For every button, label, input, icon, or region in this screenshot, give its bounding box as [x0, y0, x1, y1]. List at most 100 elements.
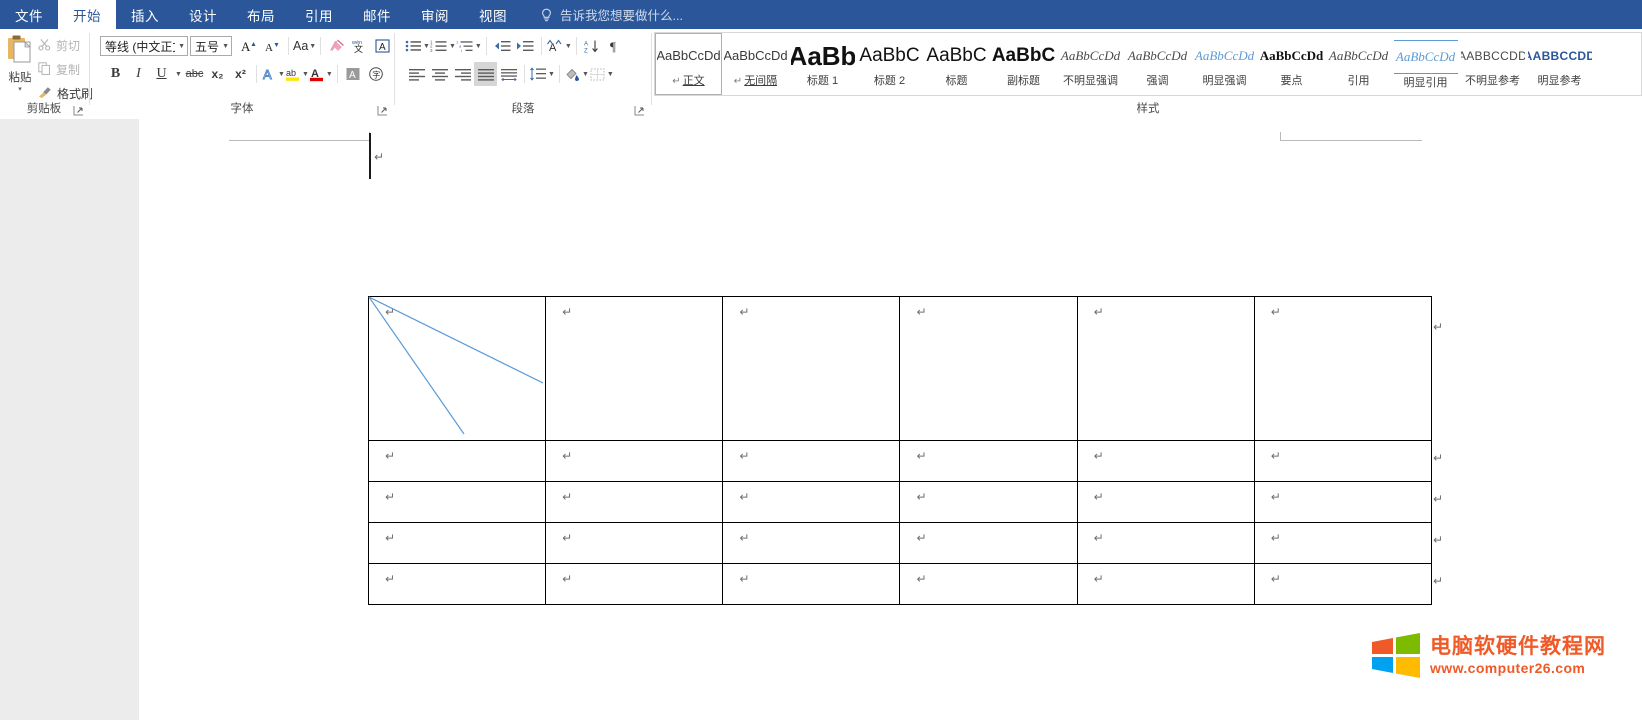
chevron-down-icon[interactable]: ▼	[565, 43, 572, 50]
multilevel-list-button[interactable]: 1 a i ▼	[456, 34, 482, 58]
style-tile-3[interactable]: AaBbC 标题 2	[856, 33, 923, 95]
justify-button[interactable]	[474, 62, 497, 86]
decrease-indent-button[interactable]	[491, 34, 514, 58]
chevron-down-icon[interactable]: ▼	[309, 43, 316, 50]
table-cell[interactable]: ↵	[545, 481, 724, 523]
chevron-down-icon[interactable]: ▼	[449, 43, 456, 50]
table-cell[interactable]: ↵	[545, 440, 724, 482]
tab-review[interactable]: 审阅	[406, 0, 464, 29]
table-cell[interactable]: ↵	[367, 522, 547, 564]
styles-gallery[interactable]: AaBbCcDd ↵ 正文 AaBbCcDd ↵ 无间隔 AaBb 标题 1 AaBbC 标题 2…	[654, 32, 1642, 96]
chevron-down-icon[interactable]: ▼	[548, 71, 555, 78]
table-cell[interactable]: ↵	[899, 563, 1078, 605]
table-cell[interactable]: ↵	[367, 296, 547, 441]
chevron-down-icon[interactable]: ▼	[175, 71, 182, 78]
table-cell[interactable]: ↵	[1253, 481, 1432, 523]
bold-button[interactable]: B	[104, 62, 127, 86]
style-tile-7[interactable]: AaBbCcDd 强调	[1124, 33, 1191, 95]
subscript-button[interactable]: x₂	[206, 62, 229, 86]
document-page[interactable]: ↵ ↵ ↵ ↵ ↵ ↵ ↵ ↵ ↵ ↵ ↵ ↵ ↵ ↵ ↵ ↵ ↵ ↵ ↵ ↵ ↵ ↵ ↵ ↵ ↵ ↵ ↵ ↵ ↵ ↵ ↵	[139, 119, 1642, 720]
tab-home[interactable]: 开始	[58, 0, 116, 29]
change-case-button[interactable]: Aa ▼	[293, 34, 316, 58]
style-tile-5[interactable]: AaBbC 副标题	[990, 33, 1057, 95]
style-tile-6[interactable]: AaBbCcDd 不明显强调	[1057, 33, 1124, 95]
table-cell[interactable]: ↵	[1253, 563, 1432, 605]
show-paragraph-marks-button[interactable]: ¶	[604, 34, 627, 58]
text-effects-button[interactable]: A ▼	[261, 62, 285, 86]
increase-indent-button[interactable]	[514, 34, 537, 58]
table-row[interactable]: ↵ ↵ ↵ ↵ ↵ ↵	[367, 296, 1432, 441]
chevron-down-icon[interactable]: ▼	[423, 43, 430, 50]
table-cell[interactable]: ↵	[1076, 481, 1255, 523]
font-name-combo[interactable]: 等线 (中文正文) ▼	[100, 36, 188, 56]
table-cell[interactable]: ↵	[367, 440, 547, 482]
style-tile-10[interactable]: AaBbCcDd 引用	[1325, 33, 1392, 95]
chevron-down-icon[interactable]: ▼	[178, 43, 185, 50]
style-tile-11[interactable]: AaBbCcDd 明显引用	[1392, 33, 1459, 95]
paste-caret-icon[interactable]: ▾	[2, 86, 38, 93]
table-cell[interactable]: ↵	[1253, 296, 1432, 441]
tell-me-search[interactable]: 告诉我您想要做什么...	[540, 0, 683, 29]
underline-button[interactable]: U	[150, 62, 173, 86]
table-row[interactable]: ↵ ↵ ↵ ↵ ↵ ↵	[367, 563, 1432, 605]
font-color-button[interactable]: A ▼	[309, 62, 333, 86]
tab-mailings[interactable]: 邮件	[348, 0, 406, 29]
font-dialog-launcher[interactable]	[377, 105, 388, 116]
table-cell[interactable]: ↵	[1076, 522, 1255, 564]
table-cell[interactable]: ↵	[899, 522, 1078, 564]
copy-button[interactable]: 复制	[38, 61, 80, 78]
paste-button[interactable]: 粘贴 ▾	[2, 33, 38, 105]
document-table[interactable]: ↵ ↵ ↵ ↵ ↵ ↵ ↵ ↵ ↵ ↵ ↵ ↵ ↵ ↵ ↵ ↵ ↵ ↵ ↵ ↵ ↵ ↵ ↵ ↵ ↵ ↵ ↵ ↵ ↵ ↵	[367, 296, 1432, 605]
shrink-font-button[interactable]: A	[261, 34, 284, 58]
tab-insert[interactable]: 插入	[116, 0, 174, 29]
cut-button[interactable]: 剪切	[38, 37, 80, 54]
style-tile-9[interactable]: AaBbCcDd 要点	[1258, 33, 1325, 95]
tab-layout[interactable]: 布局	[232, 0, 290, 29]
phonetic-guide-button[interactable]: wén 文	[348, 34, 371, 58]
table-row[interactable]: ↵ ↵ ↵ ↵ ↵ ↵	[367, 440, 1432, 482]
table-cell[interactable]: ↵	[1253, 440, 1432, 482]
chevron-down-icon[interactable]: ▼	[222, 43, 229, 50]
chevron-down-icon[interactable]: ▼	[302, 71, 309, 78]
superscript-button[interactable]: x²	[229, 62, 252, 86]
style-tile-0[interactable]: AaBbCcDd ↵ 正文	[655, 33, 722, 95]
table-cell[interactable]: ↵	[1076, 563, 1255, 605]
style-tile-1[interactable]: AaBbCcDd ↵ 无间隔	[722, 33, 789, 95]
paragraph-dialog-launcher[interactable]	[634, 105, 645, 116]
align-right-button[interactable]	[451, 62, 474, 86]
table-cell[interactable]: ↵	[545, 296, 724, 441]
table-cell[interactable]: ↵	[545, 563, 724, 605]
table-cell[interactable]: ↵	[1076, 296, 1255, 441]
style-tile-13[interactable]: AABBCCDD 明显参考	[1526, 33, 1593, 95]
align-center-button[interactable]	[428, 62, 451, 86]
style-tile-2[interactable]: AaBb 标题 1	[789, 33, 856, 95]
enclose-characters-button[interactable]: 字	[365, 62, 388, 86]
table-cell[interactable]: ↵	[899, 440, 1078, 482]
table-cell[interactable]: ↵	[722, 296, 901, 441]
tab-references[interactable]: 引用	[290, 0, 348, 29]
asian-layout-button[interactable]: A ▼	[546, 34, 572, 58]
clipboard-dialog-launcher[interactable]	[73, 105, 84, 116]
style-tile-4[interactable]: AaBbC 标题	[923, 33, 990, 95]
distribute-button[interactable]	[497, 62, 520, 86]
table-cell[interactable]: ↵	[367, 563, 547, 605]
chevron-down-icon[interactable]: ▼	[475, 43, 482, 50]
numbering-button[interactable]: 1 2 3 ▼	[430, 34, 456, 58]
clear-formatting-button[interactable]	[325, 34, 348, 58]
font-size-combo[interactable]: 五号 ▼	[190, 36, 232, 56]
grow-font-button[interactable]: A	[238, 34, 261, 58]
chevron-down-icon[interactable]: ▼	[278, 71, 285, 78]
table-cell[interactable]: ↵	[545, 522, 724, 564]
table-cell[interactable]: ↵	[1253, 522, 1432, 564]
strikethrough-button[interactable]: abc	[183, 62, 206, 86]
underline-dropdown[interactable]: ▼	[173, 62, 183, 86]
chevron-down-icon[interactable]: ▼	[607, 71, 614, 78]
tab-view[interactable]: 视图	[464, 0, 522, 29]
line-spacing-button[interactable]: ▼	[529, 62, 555, 86]
align-left-button[interactable]	[405, 62, 428, 86]
character-border-button[interactable]: A	[371, 34, 394, 58]
table-cell[interactable]: ↵	[367, 481, 547, 523]
chevron-down-icon[interactable]: ▼	[582, 71, 589, 78]
borders-button[interactable]: ▼	[589, 62, 614, 86]
tab-file[interactable]: 文件	[0, 0, 58, 29]
